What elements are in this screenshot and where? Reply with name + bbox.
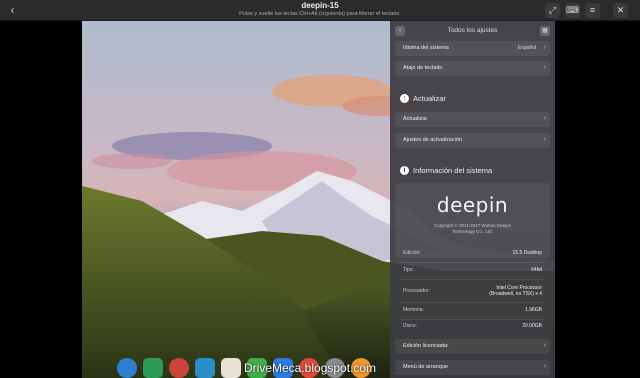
info-value: 64bit [531,267,542,273]
update-icon: ↑ [400,94,409,103]
row-label: Idioma del sistema [403,45,449,51]
deepin-logo-box: deepin Copyright © 2011-2017 Wuhan Deepi… [395,183,550,258]
window-title: deepin-15 [301,1,339,10]
chevron-right-icon: › [543,342,546,349]
section-title: Información del sistema [413,166,493,175]
info-processor: Procesador: Intel Core Processor (Broadw… [395,285,550,299]
store-icon[interactable] [195,357,215,378]
row-label: Actualizar [403,116,428,122]
chevron-right-icon: › [543,44,546,51]
info-value: Intel Core Processor (Broadwell, no TSX)… [489,285,542,297]
row-license[interactable]: Edición licenciada: › [395,339,550,354]
divider [400,262,545,263]
row-keyboard-shortcut[interactable]: Atajo de teclado › [395,61,550,76]
close-icon[interactable]: ✕ [613,3,628,18]
music-icon[interactable] [221,357,241,378]
info-value: 1.96GB [525,307,542,313]
divider [400,279,545,280]
section-system-info: i Información del sistema [400,166,492,175]
settings-header: ‹ Todos los ajustes ▦ [390,21,555,41]
row-update-settings[interactable]: Ajustes de actualización › [395,133,550,148]
chevron-right-icon: › [543,64,546,71]
copyright-line2: Technology Co., Ltd. [451,229,494,234]
row-label: Edición licenciada: [403,343,449,349]
chevron-right-icon: › [543,115,546,122]
chevron-right-icon: › [543,363,546,370]
info-key: Procesador: [403,288,430,294]
info-key: Edición: [403,250,421,256]
row-value: Español [517,45,536,51]
info-key: Tipo: [403,267,414,273]
info-edition: Edición: 15.5 Desktop [395,250,550,260]
settings-title: Todos los ajustes [447,27,498,34]
grid-icon[interactable]: ▦ [540,26,550,36]
info-disk: Disco: 20.00GB [395,323,550,333]
info-key: Disco: [403,323,417,329]
settings-panel: ‹ Todos los ajustes ▦ Idioma del sistema… [390,21,555,378]
info-value: 15.5 Desktop [512,250,542,256]
row-label: Ajustes de actualización [403,137,463,143]
vm-titlebar: ‹ deepin-15 Pulse y suelte las teclas Ct… [0,0,640,21]
info-memory: Memoria: 1.96GB [395,307,550,317]
chevron-right-icon: › [543,136,546,143]
menu-icon[interactable]: ≡ [585,3,600,18]
window-subtitle: Pulse y suelte las teclas Ctrl+Alt (izqu… [239,11,401,17]
info-value: 20.00GB [522,323,542,329]
divider [400,302,545,303]
keyboard-icon[interactable]: ⌨ [565,3,580,18]
info-icon: i [400,166,409,175]
section-title: Actualizar [413,94,446,103]
row-update[interactable]: Actualizar › [395,112,550,127]
deepin-logo: deepin [436,193,509,217]
info-key: Memoria: [403,307,424,313]
copyright: Copyright © 2011-2017 Wuhan Deepin Techn… [395,223,550,235]
info-type: Tipo: 64bit [395,267,550,277]
row-boot-menu[interactable]: Menú de arranque › [395,360,550,375]
row-label: Menú de arranque [403,364,448,370]
divider [400,319,545,320]
desktop-icon[interactable] [143,357,163,378]
watermark: DriveMeca.blogspot.com [244,361,377,375]
row-system-language[interactable]: Idioma del sistema Español › [395,41,550,56]
fullscreen-icon[interactable]: ⤢ [545,3,560,18]
section-update: ↑ Actualizar [400,94,446,103]
launcher-icon[interactable] [117,357,137,378]
browser-icon[interactable] [169,357,189,378]
row-label: Atajo de teclado [403,65,443,71]
